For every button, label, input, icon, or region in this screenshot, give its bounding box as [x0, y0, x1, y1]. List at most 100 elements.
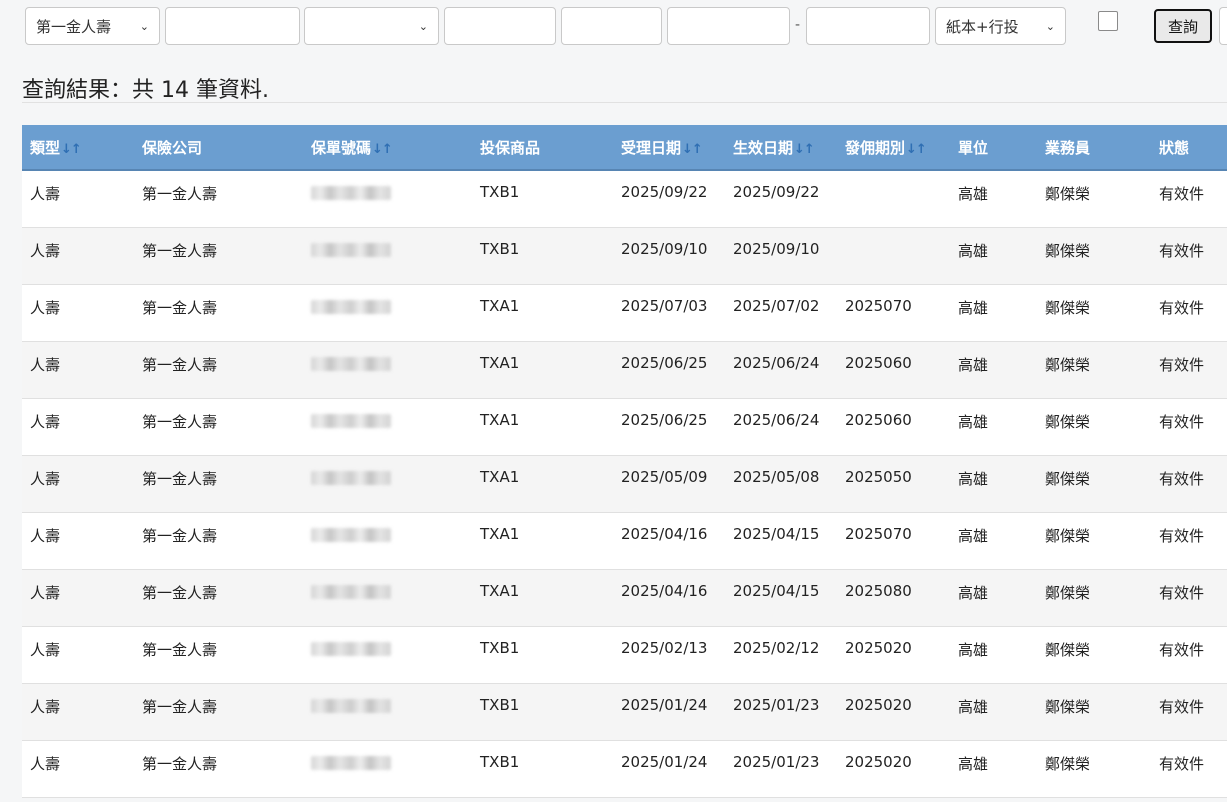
cell-policy-number — [303, 683, 472, 740]
header-product: 投保商品 — [472, 125, 613, 171]
header-effective-date[interactable]: 生效日期↓↑ — [725, 125, 837, 171]
cell-policy-number — [303, 512, 472, 569]
cell-accept-date: 2025/06/25 — [621, 353, 708, 372]
cell-type: 人壽 — [30, 412, 61, 431]
cell-company: 第一金人壽 — [142, 298, 218, 317]
cell-commission-period: 2025060 — [845, 410, 912, 429]
cell-product: TXA1 — [480, 524, 520, 543]
cell-status: 有效件 — [1159, 355, 1205, 374]
redacted-policy-number — [311, 356, 391, 371]
header-type[interactable]: 類型↓↑ — [22, 125, 134, 171]
cell-policy-number — [303, 227, 472, 284]
header-accept-date[interactable]: 受理日期↓↑ — [613, 125, 725, 171]
cell-product: TXA1 — [480, 581, 520, 600]
cell-commission-period: 2025080 — [845, 581, 912, 600]
redacted-policy-number — [311, 698, 391, 713]
cell-status: 有效件 — [1159, 526, 1205, 545]
cell-policy-number — [303, 569, 472, 626]
cell-unit: 高雄 — [958, 640, 989, 659]
cell-agent: 鄭傑榮 — [1045, 185, 1091, 203]
cell-effective-date: 2025/01/23 — [733, 695, 820, 714]
cell-agent: 鄭傑榮 — [1045, 241, 1091, 260]
table-row[interactable]: 人壽 第一金人壽 TXA1 2025/04/16 2025/04/15 2025080 高雄… — [22, 569, 1227, 626]
filter-bar: 第一金人壽 ⌄ ⌄ - 紙本+行投 ⌄ 查詢 — [0, 0, 1227, 60]
table-row[interactable]: 人壽 第一金人壽 TXB1 2025/02/13 2025/02/12 2025020 高雄… — [22, 626, 1227, 683]
sort-icon[interactable]: ↓↑ — [906, 142, 927, 157]
table-row[interactable]: 人壽 第一金人壽 TXA1 2025/05/09 2025/05/08 2025050 高雄… — [22, 455, 1227, 512]
cell-accept-date: 2025/02/13 — [621, 638, 708, 657]
redacted-policy-number — [311, 186, 391, 200]
filter-checkbox[interactable] — [1098, 11, 1118, 31]
table-row[interactable]: 人壽 第一金人壽 TXB1 2025/01/24 2025/01/23 2025020 高雄… — [22, 683, 1227, 740]
cell-product: TXB1 — [480, 183, 520, 201]
cell-policy-number — [303, 740, 472, 797]
cell-product: TXB1 — [480, 752, 520, 771]
cell-commission-period — [837, 227, 950, 284]
redacted-policy-number — [311, 470, 391, 485]
cell-commission-period — [837, 170, 950, 227]
sort-icon[interactable]: ↓↑ — [794, 142, 815, 157]
table-row[interactable]: 人壽 第一金人壽 TXB1 2025/09/10 2025/09/10 高雄 鄭傑榮 有效件 — [22, 227, 1227, 284]
cell-effective-date: 2025/09/22 — [733, 183, 820, 201]
redacted-policy-number — [311, 413, 391, 428]
sort-icon[interactable]: ↓↑ — [682, 142, 703, 157]
redacted-policy-number — [311, 584, 391, 599]
header-commission-period[interactable]: 發佣期別↓↑ — [837, 125, 950, 171]
divider — [22, 102, 1227, 103]
company-select[interactable]: 第一金人壽 ⌄ — [25, 7, 160, 45]
cell-company: 第一金人壽 — [142, 185, 218, 203]
table-header-row: 類型↓↑ 保險公司 保單號碼↓↑ 投保商品 受理日期↓↑ 生效日期↓↑ 發佣期別… — [22, 125, 1227, 171]
cell-accept-date: 2025/09/10 — [621, 239, 708, 258]
cell-accept-date: 2025/06/25 — [621, 410, 708, 429]
filter-input-1[interactable] — [444, 7, 556, 45]
sort-icon[interactable]: ↓↑ — [61, 142, 82, 157]
keyword-input[interactable] — [165, 7, 300, 45]
table-body: 人壽 第一金人壽 TXB1 2025/09/22 2025/09/22 高雄 鄭傑榮 有效件人… — [22, 170, 1227, 797]
cell-unit: 高雄 — [958, 185, 989, 203]
submission-type-select[interactable]: 紙本+行投 ⌄ — [935, 7, 1066, 45]
query-button[interactable]: 查詢 — [1154, 9, 1212, 43]
cell-policy-number — [303, 398, 472, 455]
redacted-policy-number — [311, 299, 391, 314]
cell-company: 第一金人壽 — [142, 355, 218, 374]
table-row[interactable]: 人壽 第一金人壽 TXA1 2025/06/25 2025/06/24 2025060 高雄… — [22, 398, 1227, 455]
cell-type: 人壽 — [30, 298, 61, 317]
cell-accept-date: 2025/01/24 — [621, 752, 708, 771]
date-from-input[interactable] — [667, 7, 790, 45]
cell-company: 第一金人壽 — [142, 640, 218, 659]
table-row[interactable]: 人壽 第一金人壽 TXB1 2025/01/24 2025/01/23 2025020 高雄… — [22, 740, 1227, 797]
cell-type: 人壽 — [30, 355, 61, 374]
cell-policy-number — [303, 284, 472, 341]
cell-type: 人壽 — [30, 526, 61, 545]
date-to-input[interactable] — [806, 7, 930, 45]
cell-status: 有效件 — [1159, 298, 1205, 317]
table-row[interactable]: 人壽 第一金人壽 TXA1 2025/07/03 2025/07/02 2025070 高雄… — [22, 284, 1227, 341]
cell-commission-period: 2025070 — [845, 524, 912, 543]
cell-status: 有效件 — [1159, 185, 1205, 203]
cell-commission-period: 2025070 — [845, 296, 912, 315]
filter-input-2[interactable] — [561, 7, 662, 45]
cell-effective-date: 2025/04/15 — [733, 524, 820, 543]
cell-status: 有效件 — [1159, 697, 1205, 716]
cell-unit: 高雄 — [958, 298, 989, 317]
header-policy-number[interactable]: 保單號碼↓↑ — [303, 125, 472, 171]
next-button-partial[interactable] — [1219, 7, 1227, 45]
header-unit: 單位 — [950, 125, 1037, 171]
cell-agent: 鄭傑榮 — [1045, 640, 1091, 659]
cell-company: 第一金人壽 — [142, 412, 218, 431]
cell-status: 有效件 — [1159, 241, 1205, 260]
cell-product: TXB1 — [480, 638, 520, 657]
table-row[interactable]: 人壽 第一金人壽 TXB1 2025/09/22 2025/09/22 高雄 鄭傑榮 有效件 — [22, 170, 1227, 227]
cell-type: 人壽 — [30, 583, 61, 602]
sort-icon[interactable]: ↓↑ — [372, 142, 393, 157]
cell-commission-period: 2025060 — [845, 353, 912, 372]
cell-effective-date: 2025/07/02 — [733, 296, 820, 315]
table-row[interactable]: 人壽 第一金人壽 TXA1 2025/06/25 2025/06/24 2025060 高雄… — [22, 341, 1227, 398]
cell-agent: 鄭傑榮 — [1045, 754, 1091, 773]
cell-type: 人壽 — [30, 185, 61, 203]
results-table: 類型↓↑ 保險公司 保單號碼↓↑ 投保商品 受理日期↓↑ 生效日期↓↑ 發佣期別… — [22, 125, 1227, 798]
table-row[interactable]: 人壽 第一金人壽 TXA1 2025/04/16 2025/04/15 2025070 高雄… — [22, 512, 1227, 569]
category-select[interactable]: ⌄ — [304, 7, 439, 45]
cell-type: 人壽 — [30, 754, 61, 773]
cell-agent: 鄭傑榮 — [1045, 412, 1091, 431]
